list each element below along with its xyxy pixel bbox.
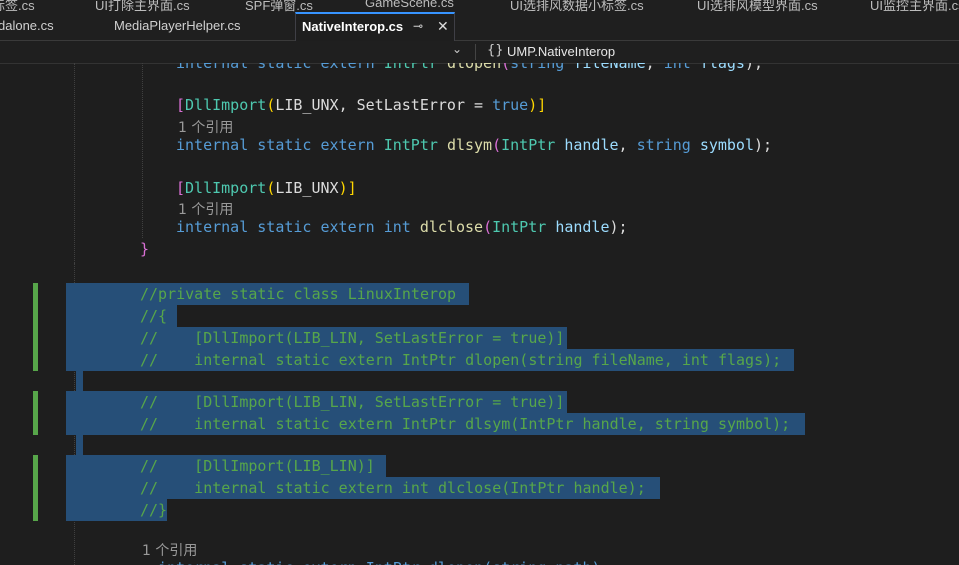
tab-overflow-5[interactable]: UI选排风数据小标签.cs — [510, 0, 644, 12]
indent-guide — [74, 63, 76, 263]
tab-label: NativeInterop.cs — [302, 19, 404, 34]
comment-line: // [DllImport(LIB_LIN, SetLastError = tr… — [140, 329, 565, 347]
member-dropdown[interactable]: UMP.NativeInterop — [507, 44, 615, 59]
tab-overflow-4[interactable]: GameScene.cs — [365, 0, 454, 10]
pin-icon[interactable]: ⊸ — [413, 14, 423, 39]
namespace-icon: {} — [487, 43, 504, 58]
comment-line: //{ — [140, 307, 168, 325]
tab-dalone[interactable]: dalone.cs — [0, 12, 54, 40]
tab-overflow-1[interactable]: 标签.cs — [0, 0, 35, 12]
code-editor[interactable]: internal static extern IntPtr dlopen(str… — [0, 63, 959, 565]
selection-highlight — [76, 435, 83, 455]
tab-strip: dalone.cs MediaPlayerHelper.cs NativeInt… — [0, 12, 959, 41]
tab-label: MediaPlayerHelper.cs — [114, 18, 241, 33]
tab-overflow-7[interactable]: UI监控主界面.cs — [870, 0, 959, 12]
divider — [475, 44, 476, 60]
selection-highlight — [76, 371, 83, 391]
comment-line: //} — [140, 501, 168, 519]
tab-overflow-2[interactable]: UI打除主界面.cs — [95, 0, 190, 12]
comment-line: // internal static extern int dlclose(In… — [140, 479, 646, 497]
change-indicator — [33, 455, 38, 521]
comment-line: //private static class LinuxInterop — [140, 285, 457, 303]
comment-line: // internal static extern IntPtr dlopen(… — [140, 351, 782, 369]
comment-line: // internal static extern IntPtr dlsym(I… — [140, 415, 791, 433]
code-line-attribute: [DllImport(LIB_UNX)] — [176, 179, 357, 197]
navigation-bar: ⌄ {} UMP.NativeInterop — [0, 41, 959, 64]
tab-nativeinterop[interactable]: NativeInterop.cs ⊸ ✕ — [295, 12, 455, 41]
code-line-dlclose: internal static extern int dlclose(IntPt… — [176, 218, 628, 236]
comment-line: // [DllImport(LIB_LIN)] — [140, 457, 375, 475]
change-indicator — [33, 391, 38, 435]
comment-line: // [DllImport(LIB_LIN, SetLastError = tr… — [140, 393, 565, 411]
code-line-dlsym: internal static extern IntPtr dlsym(IntP… — [176, 136, 773, 154]
code-line-dlopen: internal static extern IntPtr dlopen(str… — [176, 63, 764, 72]
code-line-attribute: [DllImport(LIB_UNX, SetLastError = true)… — [176, 96, 547, 114]
tab-overflow-3[interactable]: SPF弹窗.cs — [245, 0, 313, 12]
change-indicator — [33, 283, 38, 371]
closing-brace: } — [140, 240, 150, 258]
chevron-down-icon[interactable]: ⌄ — [452, 42, 462, 56]
code-line-partial: internal static extern IntPtr dlopen(str… — [158, 557, 601, 565]
tab-mediaplayerhelper[interactable]: MediaPlayerHelper.cs — [114, 12, 240, 40]
tab-overflow-6[interactable]: UI选排风模型界面.cs — [697, 0, 818, 12]
close-icon[interactable]: ✕ — [437, 14, 449, 39]
tab-label: dalone.cs — [0, 18, 54, 33]
indent-guide — [142, 63, 144, 238]
tab-strip-overflow: 标签.cs UI打除主界面.cs SPF弹窗.cs GameScene.cs U… — [0, 0, 959, 12]
